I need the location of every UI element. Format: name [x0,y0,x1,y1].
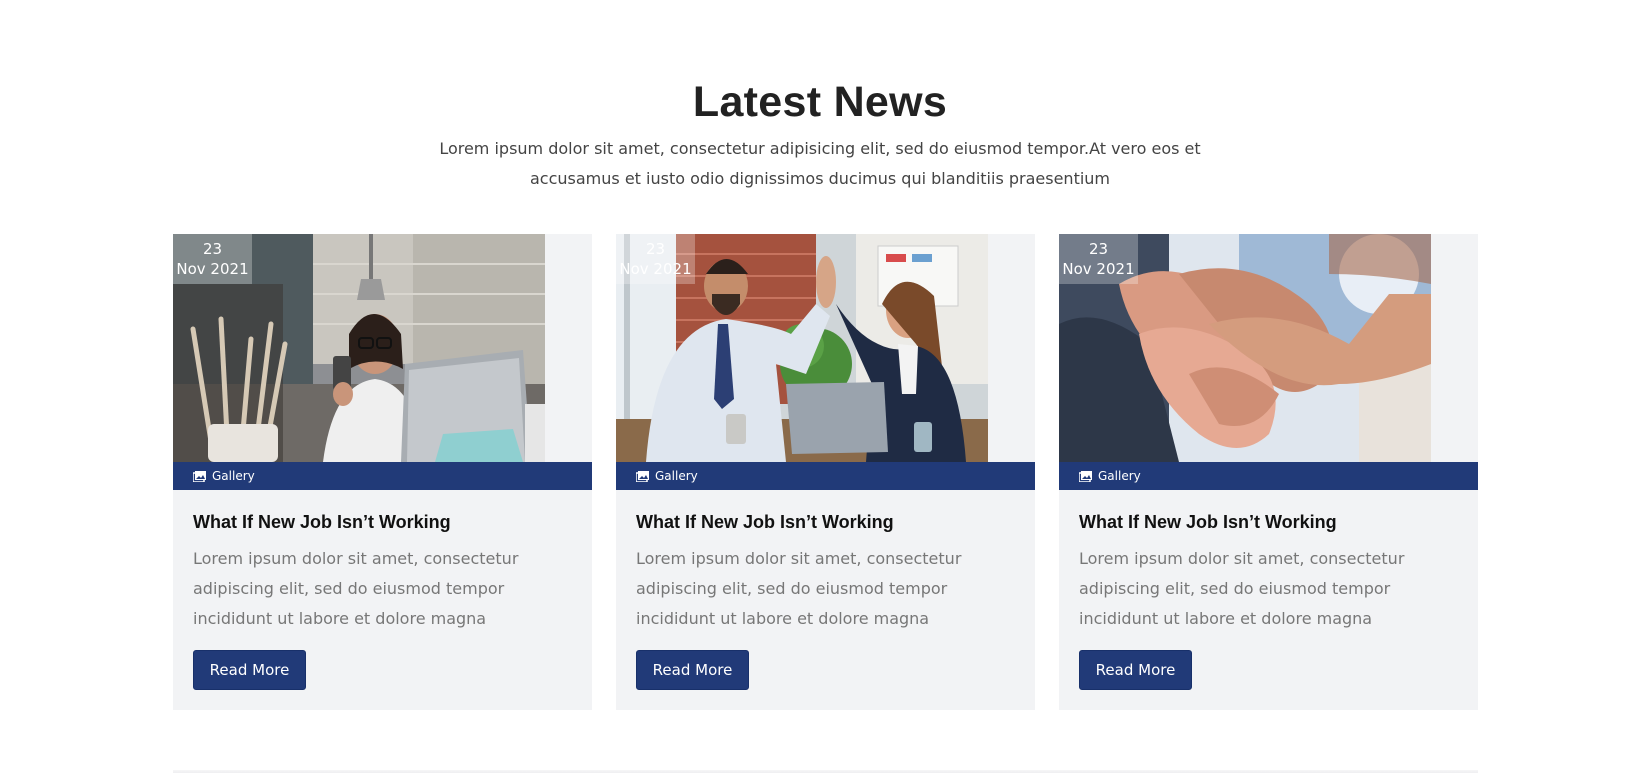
section-subtitle: Lorem ipsum dolor sit amet, consectetur … [439,139,1201,188]
news-image-hands-together[interactable]: 23 Nov 2021 [1059,234,1431,462]
date-day: 23 [645,240,666,258]
post-excerpt: Lorem ipsum dolor sit amet, consectetur … [193,549,519,628]
news-card-list: 23 Nov 2021 Gallery What If New Job Isn’… [173,234,1478,710]
post-title[interactable]: What If New Job Isn’t Working [636,512,1016,533]
category-link[interactable]: Gallery [655,469,698,483]
date-badge: 23 Nov 2021 [616,234,695,284]
category-bar: Gallery [1059,462,1478,490]
date-badge: 23 Nov 2021 [173,234,252,284]
read-more-button[interactable]: Read More [193,650,306,690]
date-month-year: Nov 2021 [619,260,692,278]
category-link[interactable]: Gallery [1098,469,1141,483]
gallery-icon [193,470,206,482]
read-more-button[interactable]: Read More [636,650,749,690]
post-title[interactable]: What If New Job Isn’t Working [193,512,573,533]
news-image-high-five[interactable]: 23 Nov 2021 [616,234,988,462]
news-card: 23 Nov 2021 Gallery What If New Job Isn’… [1059,234,1478,710]
read-more-button[interactable]: Read More [1079,650,1192,690]
post-excerpt: Lorem ipsum dolor sit amet, consectetur … [636,549,962,628]
date-month-year: Nov 2021 [1062,260,1135,278]
category-bar: Gallery [173,462,592,490]
news-card: 23 Nov 2021 Gallery What If New Job Isn’… [616,234,1035,710]
gallery-icon [636,470,649,482]
category-link[interactable]: Gallery [212,469,255,483]
news-image-woman-with-phone[interactable]: 23 Nov 2021 [173,234,545,462]
category-bar: Gallery [616,462,1035,490]
section-title: Latest News [692,78,948,126]
gallery-icon [1079,470,1092,482]
post-excerpt: Lorem ipsum dolor sit amet, consectetur … [1079,549,1405,628]
news-card: 23 Nov 2021 Gallery What If New Job Isn’… [173,234,592,710]
date-badge: 23 Nov 2021 [1059,234,1138,284]
date-month-year: Nov 2021 [176,260,249,278]
date-day: 23 [1088,240,1109,258]
date-day: 23 [202,240,223,258]
post-title[interactable]: What If New Job Isn’t Working [1079,512,1459,533]
